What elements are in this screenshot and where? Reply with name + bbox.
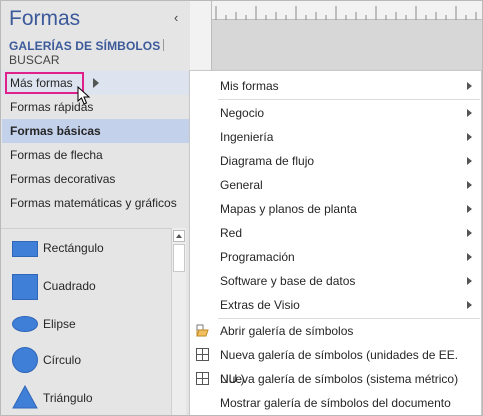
mouse-pointer-icon xyxy=(77,86,91,105)
menu-item-network[interactable]: Red xyxy=(190,221,481,245)
tab-divider xyxy=(163,39,165,51)
shape-ellipse[interactable]: Elipse xyxy=(1,307,171,343)
triangle-icon xyxy=(12,385,38,409)
pane-title: Formas xyxy=(9,7,81,30)
ellipse-icon xyxy=(12,316,38,332)
submenu-arrow-icon xyxy=(467,301,472,309)
tab-stencils[interactable]: GALERÍAS DE SÍMBOLOS xyxy=(9,39,160,53)
submenu-arrow-icon xyxy=(467,253,472,261)
scroll-up-button[interactable] xyxy=(173,230,185,242)
menu-item-label: Extras de Visio xyxy=(220,298,300,312)
shape-label: Cuadrado xyxy=(43,279,96,293)
open-folder-icon xyxy=(196,324,209,337)
submenu-arrow-icon xyxy=(467,277,472,285)
shape-circle[interactable]: Círculo xyxy=(1,343,171,379)
shape-label: Elipse xyxy=(43,317,76,331)
menu-item-label: Mostrar galería de símbolos del document… xyxy=(220,396,451,410)
menu-item-programming[interactable]: Programación xyxy=(190,245,481,269)
menu-item-label: Programación xyxy=(220,250,295,264)
menu-item-show-document-stencil[interactable]: Mostrar galería de símbolos del document… xyxy=(190,391,481,415)
horizontal-ruler xyxy=(212,0,483,20)
menu-item-label: Software y base de datos xyxy=(220,274,356,288)
menu-item-label: Mis formas xyxy=(220,79,279,93)
grid-icon xyxy=(196,372,209,385)
menu-item-engineering[interactable]: Ingeniería xyxy=(190,125,481,149)
menu-item-label: Red xyxy=(220,226,243,240)
menu-item-software-db[interactable]: Software y base de datos xyxy=(190,269,481,293)
menu-item-label: General xyxy=(220,178,263,192)
grid-icon xyxy=(196,348,209,361)
submenu-arrow-icon xyxy=(93,78,99,88)
stencil-scrollbar[interactable] xyxy=(171,228,186,416)
stencil-item-basic-shapes[interactable]: Formas básicas xyxy=(2,119,191,143)
rectangle-icon xyxy=(12,241,38,257)
menu-item-label: Diagrama de flujo xyxy=(220,154,315,168)
stencil-item-quick-shapes[interactable]: Formas rápidas xyxy=(2,95,191,119)
submenu-arrow-icon xyxy=(467,82,472,90)
more-shapes-flyout: Mis formas Negocio Ingeniería Diagrama d… xyxy=(189,70,482,416)
menu-item-new-stencil-us[interactable]: Nueva galería de símbolos (unidades de E… xyxy=(190,343,481,386)
menu-item-label: Mapas y planos de planta xyxy=(220,202,357,216)
menu-item-business[interactable]: Negocio xyxy=(190,101,481,125)
submenu-arrow-icon xyxy=(467,229,472,237)
menu-item-maps[interactable]: Mapas y planos de planta xyxy=(190,197,481,221)
shape-label: Rectángulo xyxy=(43,241,104,255)
stencil-item-math-shapes[interactable]: Formas matemáticas y gráficos xyxy=(2,191,191,215)
more-shapes-label: Más formas xyxy=(10,76,73,90)
submenu-arrow-icon xyxy=(467,181,472,189)
menu-item-label: Abrir galería de símbolos xyxy=(220,324,354,338)
square-icon xyxy=(12,274,38,300)
menu-item-label: Ingeniería xyxy=(220,130,274,144)
menu-item-visio-extras[interactable]: Extras de Visio xyxy=(190,293,481,317)
shape-triangle[interactable]: Triángulo xyxy=(1,381,171,416)
menu-divider xyxy=(218,99,480,100)
submenu-arrow-icon xyxy=(467,133,472,141)
menu-item-flowchart[interactable]: Diagrama de flujo xyxy=(190,149,481,173)
pane-tabs: GALERÍAS DE SÍMBOLOSBUSCAR xyxy=(9,39,190,67)
menu-item-label: Nueva galería de símbolos (sistema métri… xyxy=(220,372,459,386)
shape-label: Círculo xyxy=(43,353,82,367)
shape-label: Triángulo xyxy=(43,391,93,405)
vertical-ruler xyxy=(190,0,212,72)
stencil-shapes-list: Rectángulo Cuadrado Elipse Círculo Trián… xyxy=(1,228,186,416)
collapse-pane-button[interactable]: ‹ xyxy=(174,10,178,25)
menu-item-open-stencil[interactable]: Abrir galería de símbolos xyxy=(190,319,481,343)
circle-icon xyxy=(12,347,38,373)
menu-item-new-stencil-metric[interactable]: Nueva galería de símbolos (sistema métri… xyxy=(190,367,481,391)
more-shapes-item[interactable]: Más formas xyxy=(2,71,191,95)
submenu-arrow-icon xyxy=(467,109,472,117)
tab-search[interactable]: BUSCAR xyxy=(9,53,60,67)
menu-item-general[interactable]: General xyxy=(190,173,481,197)
submenu-arrow-icon xyxy=(467,157,472,165)
submenu-arrow-icon xyxy=(467,205,472,213)
shape-square[interactable]: Cuadrado xyxy=(1,269,171,305)
ruler-ticks xyxy=(215,6,477,20)
scroll-thumb[interactable] xyxy=(173,244,185,272)
menu-item-my-shapes[interactable]: Mis formas xyxy=(190,74,481,98)
menu-item-label: Negocio xyxy=(220,106,265,120)
stencil-item-decorative-shapes[interactable]: Formas decorativas xyxy=(2,167,191,191)
stencil-item-arrow-shapes[interactable]: Formas de flecha xyxy=(2,143,191,167)
shape-rectangle[interactable]: Rectángulo xyxy=(1,231,171,267)
